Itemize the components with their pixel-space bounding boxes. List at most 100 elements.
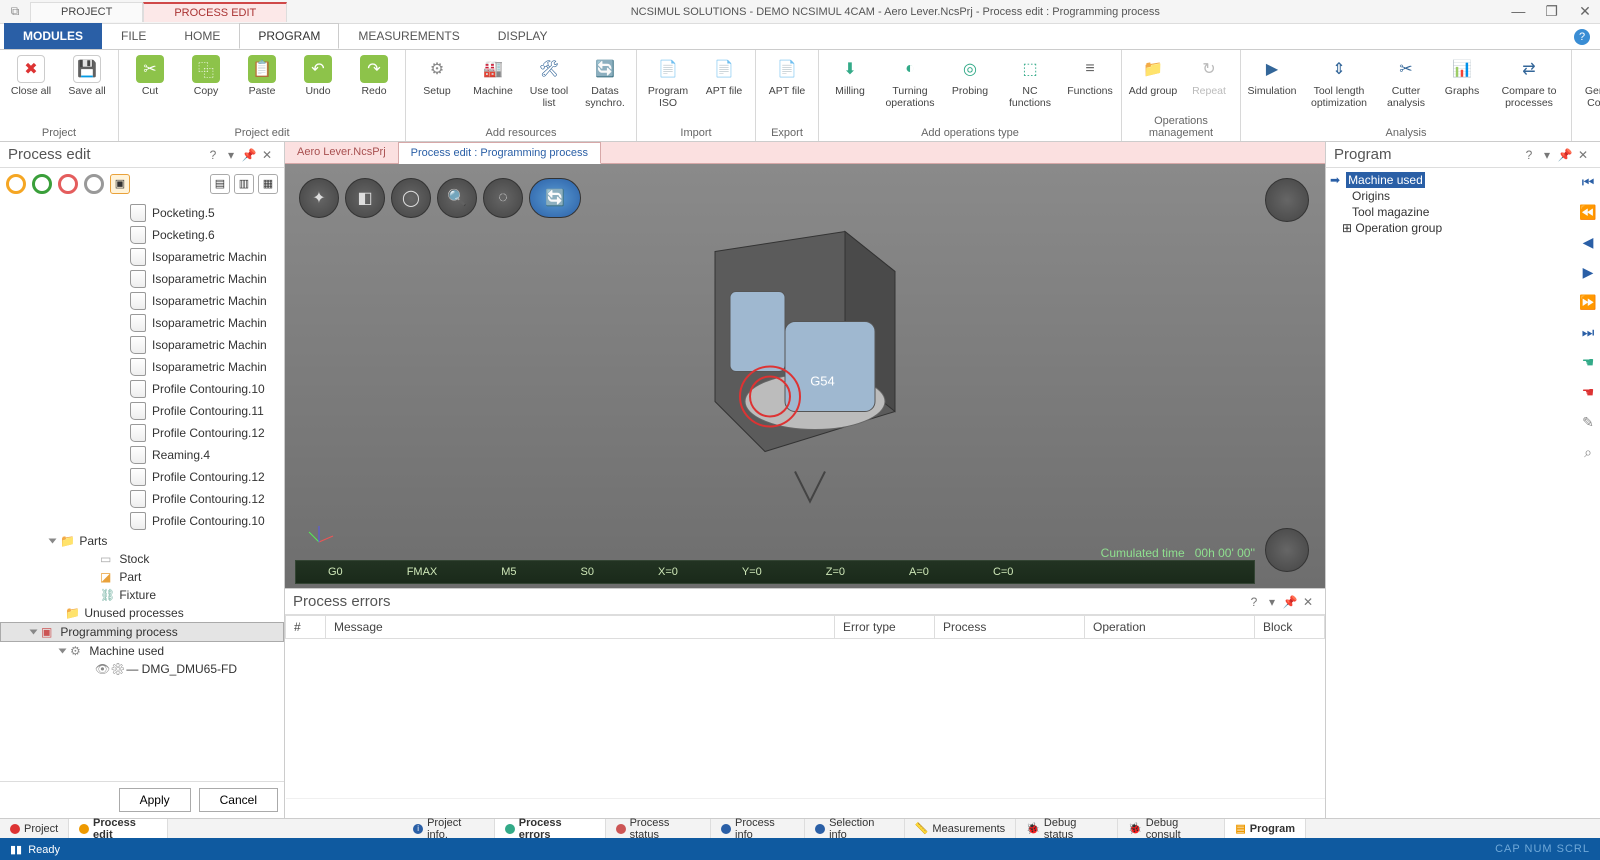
search-icon[interactable]: ⌕ (1579, 444, 1597, 462)
add-group-button[interactable]: 📁Add group (1128, 53, 1178, 97)
view-zoom[interactable]: 🔍 (437, 178, 477, 218)
prog-machine-used[interactable]: Machine used (1346, 172, 1425, 188)
col-message[interactable]: Message (326, 616, 835, 639)
functions-button[interactable]: ≡Functions (1065, 53, 1115, 97)
program-pin-icon[interactable]: 📌 (1556, 148, 1574, 162)
minimize-button[interactable]: — (1503, 3, 1533, 19)
filter-red-icon[interactable] (58, 174, 78, 194)
tree-item[interactable]: Isoparametric Machin (0, 312, 284, 334)
errors-table[interactable]: # Message Error type Process Operation B… (285, 615, 1325, 799)
copy-button[interactable]: ⿻Copy (181, 53, 231, 97)
tab-file[interactable]: FILE (102, 23, 165, 49)
tree-unused[interactable]: Unused processes (84, 606, 183, 620)
layout-1-icon[interactable]: ▤ (210, 174, 230, 194)
tree-dmg[interactable]: DMG_DMU65-FD (142, 662, 237, 676)
view-camera-icon[interactable] (1265, 528, 1309, 572)
tree-item[interactable]: Profile Contouring.12 (0, 466, 284, 488)
errors-help-icon[interactable]: ? (1245, 595, 1263, 609)
program-help-icon[interactable]: ? (1520, 148, 1538, 162)
program-tree[interactable]: ➡Machine used Origins Tool magazine ⊞ Op… (1326, 168, 1576, 818)
col-operation[interactable]: Operation (1085, 616, 1255, 639)
process-tree[interactable]: Pocketing.5Pocketing.6Isoparametric Mach… (0, 200, 284, 781)
tab-process-edit-top[interactable]: PROCESS EDIT (143, 2, 287, 22)
generate-gcode-button[interactable]: 📝Generate G-Code file(s) (1578, 53, 1600, 109)
tree-item[interactable]: Reaming.4 (0, 444, 284, 466)
tree-item[interactable]: Profile Contouring.12 (0, 422, 284, 444)
task-program[interactable]: ▤Program (1225, 819, 1306, 838)
program-menu-icon[interactable]: ▾ (1538, 148, 1556, 162)
task-debug-status[interactable]: 🐞Debug status (1016, 819, 1118, 838)
tree-part[interactable]: Part (119, 570, 141, 584)
tree-item[interactable]: Pocketing.6 (0, 224, 284, 246)
redo-button[interactable]: ↷Redo (349, 53, 399, 97)
task-selection-info[interactable]: Selection info (805, 819, 904, 838)
tool-list-button[interactable]: 🛠Use tool list (524, 53, 574, 109)
cutter-analysis-button[interactable]: ✂Cutter analysis (1381, 53, 1431, 109)
tree-item[interactable]: Pocketing.5 (0, 202, 284, 224)
cut-button[interactable]: ✂Cut (125, 53, 175, 97)
undo-button[interactable]: ↶Undo (293, 53, 343, 97)
close-all-button[interactable]: ✖Close all (6, 53, 56, 97)
prog-origins[interactable]: Origins (1330, 188, 1572, 204)
viewport-3d[interactable]: ✦ ◧ ◯ 🔍 ◌ 🔄 G54 (285, 164, 1325, 588)
help-icon[interactable]: ? (1574, 29, 1590, 45)
end-icon[interactable]: ⏭ (1579, 324, 1597, 342)
col-block[interactable]: Block (1255, 616, 1325, 639)
maximize-button[interactable]: ❐ (1537, 3, 1567, 20)
nc-functions-button[interactable]: ⬚NC functions (1001, 53, 1059, 109)
tab-program[interactable]: PROGRAM (239, 23, 339, 49)
close-button[interactable]: ✕ (1570, 3, 1600, 20)
pointer-green-icon[interactable]: ☚ (1579, 354, 1597, 372)
program-close-icon[interactable]: ✕ (1574, 148, 1592, 162)
tree-stock[interactable]: Stock (119, 552, 149, 566)
col-process[interactable]: Process (935, 616, 1085, 639)
errors-close-icon[interactable]: ✕ (1299, 595, 1317, 609)
task-project-info[interactable]: iProject info. (403, 819, 495, 838)
errors-menu-icon[interactable]: ▾ (1263, 595, 1281, 609)
tab-home[interactable]: HOME (165, 23, 239, 49)
simulation-button[interactable]: ▶Simulation (1247, 53, 1297, 97)
setup-button[interactable]: ⚙Setup (412, 53, 462, 97)
tree-machine-used[interactable]: Machine used (89, 644, 164, 658)
repeat-button[interactable]: ↻Repeat (1184, 53, 1234, 97)
view-tool-1[interactable]: ✦ (299, 178, 339, 218)
tree-item[interactable]: Isoparametric Machin (0, 246, 284, 268)
graphs-button[interactable]: 📊Graphs (1437, 53, 1487, 97)
panel-close-icon[interactable]: ✕ (258, 148, 276, 162)
pointer-red-icon[interactable]: ☚ (1579, 384, 1597, 402)
panel-pin-icon[interactable]: 📌 (240, 148, 258, 162)
rewind-icon[interactable]: ⏮ (1579, 174, 1597, 192)
turning-button[interactable]: ◐Turning operations (881, 53, 939, 109)
edit-icon[interactable]: ✎ (1579, 414, 1597, 432)
task-process-status[interactable]: Process status (606, 819, 711, 838)
step-fwd-icon[interactable]: ⏩ (1579, 294, 1597, 312)
tree-fixture[interactable]: Fixture (119, 588, 156, 602)
step-back-icon[interactable]: ⏪ (1579, 204, 1597, 222)
task-measurements[interactable]: 📏Measurements (905, 819, 1016, 838)
prog-tool-mag[interactable]: Tool magazine (1330, 204, 1572, 220)
filter-orange-icon[interactable] (6, 174, 26, 194)
tree-item[interactable]: Profile Contouring.11 (0, 400, 284, 422)
task-process-errors[interactable]: Process errors (495, 819, 606, 838)
view-tool-5[interactable]: ◌ (483, 178, 523, 218)
filter-green-icon[interactable] (32, 174, 52, 194)
tab-display[interactable]: DISPLAY (479, 23, 567, 49)
tool-length-opt-button[interactable]: ⇕Tool length optimization (1303, 53, 1375, 109)
task-process-info[interactable]: Process info (711, 819, 805, 838)
tree-item[interactable]: Isoparametric Machin (0, 334, 284, 356)
tree-item[interactable]: Isoparametric Machin (0, 290, 284, 312)
tree-prog-proc[interactable]: Programming process (60, 625, 177, 639)
tab-measurements[interactable]: MEASUREMENTS (339, 23, 478, 49)
view-tool-3[interactable]: ◯ (391, 178, 431, 218)
cancel-button[interactable]: Cancel (199, 788, 278, 812)
apply-button[interactable]: Apply (119, 788, 191, 812)
expand-icon[interactable] (49, 539, 57, 544)
task-process-edit[interactable]: Process edit (69, 819, 168, 838)
tree-item[interactable]: Isoparametric Machin (0, 356, 284, 378)
tab-modules[interactable]: MODULES (4, 23, 102, 49)
panel-help-icon[interactable]: ? (204, 148, 222, 162)
expand-icon[interactable] (30, 630, 38, 635)
program-iso-button[interactable]: 📄Program ISO (643, 53, 693, 109)
view-tool-2[interactable]: ◧ (345, 178, 385, 218)
probing-button[interactable]: ◎Probing (945, 53, 995, 97)
